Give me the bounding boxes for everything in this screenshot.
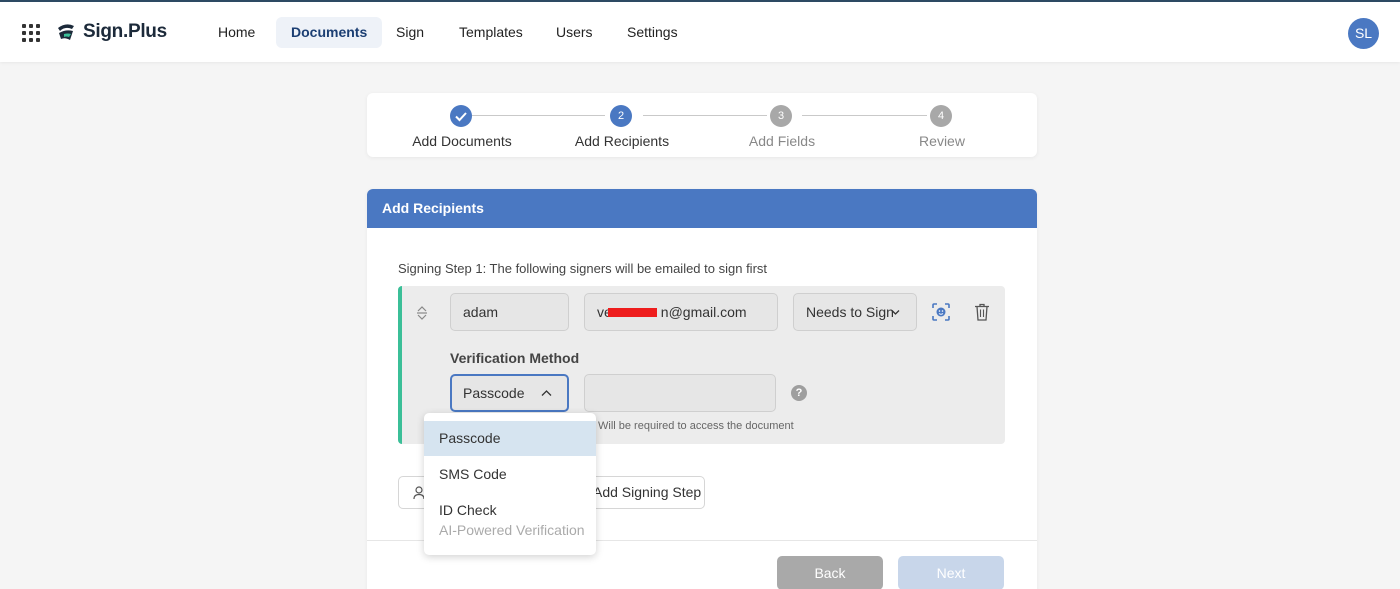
progress-stepper: 2 3 4 Add Documents Add Recipients Add F… <box>367 93 1037 157</box>
step-3-label: Add Fields <box>748 133 816 149</box>
nav-sign[interactable]: Sign <box>381 17 439 48</box>
verification-method-select[interactable]: Passcode <box>450 374 569 412</box>
nav-documents[interactable]: Documents <box>276 17 383 48</box>
signer-email-input[interactable]: ve n@gmail.com <box>584 293 778 331</box>
step-2-circle: 2 <box>610 105 632 127</box>
nav-users[interactable]: Users <box>541 17 608 48</box>
step-connector <box>643 115 767 116</box>
passcode-hint: Will be required to access the document <box>598 420 794 432</box>
nav-settings[interactable]: Settings <box>612 17 693 48</box>
option-id-check-sub: AI-Powered Verification <box>439 522 585 538</box>
verification-selected: Passcode <box>463 385 525 401</box>
redaction-mark <box>608 308 657 317</box>
nav-home[interactable]: Home <box>203 17 270 48</box>
drag-handle-icon[interactable] <box>416 306 428 320</box>
next-button[interactable]: Next <box>898 556 1004 589</box>
option-sms-code[interactable]: SMS Code <box>424 457 596 492</box>
step-1-label: Add Documents <box>412 133 512 149</box>
trash-icon[interactable] <box>974 303 990 321</box>
step-connector <box>472 115 605 116</box>
top-nav: Sign.Plus Home Documents Sign Templates … <box>0 0 1400 62</box>
apps-grid-icon[interactable] <box>22 24 40 42</box>
nav-templates[interactable]: Templates <box>444 17 538 48</box>
logo-icon <box>58 24 74 40</box>
step-2-label: Add Recipients <box>574 133 670 149</box>
signing-step-title: Signing Step 1: The following signers wi… <box>398 261 768 276</box>
app-name: Sign.Plus <box>83 21 167 42</box>
step-connector <box>802 115 927 116</box>
verification-dropdown: Passcode SMS Code ID Check AI-Powered Ve… <box>424 413 596 555</box>
option-id-check-label: ID Check <box>439 502 497 518</box>
role-select[interactable]: Needs to Sign <box>793 293 917 331</box>
option-id-check[interactable]: ID Check AI-Powered Verification <box>424 500 596 548</box>
chevron-up-icon <box>541 390 552 396</box>
help-icon[interactable]: ? <box>791 385 807 401</box>
user-avatar[interactable]: SL <box>1348 18 1379 49</box>
back-button[interactable]: Back <box>777 556 883 589</box>
step-3-circle: 3 <box>770 105 792 127</box>
chevron-down-icon <box>891 310 900 315</box>
step-4-circle: 4 <box>930 105 952 127</box>
card-title: Add Recipients <box>367 189 1037 228</box>
passcode-input[interactable] <box>584 374 776 412</box>
verification-method-label: Verification Method <box>450 350 580 366</box>
face-verification-icon[interactable] <box>931 302 951 322</box>
option-passcode[interactable]: Passcode <box>424 421 596 456</box>
step-4-label: Review <box>919 133 965 149</box>
role-label: Needs to Sign <box>806 304 894 320</box>
step-1-check-icon <box>450 105 472 127</box>
app-logo[interactable]: Sign.Plus <box>55 21 167 43</box>
email-suffix: n@gmail.com <box>660 304 747 320</box>
signer-name-input[interactable]: adam <box>450 293 569 331</box>
add-signing-step-button[interactable]: Add Signing Step <box>582 476 705 509</box>
